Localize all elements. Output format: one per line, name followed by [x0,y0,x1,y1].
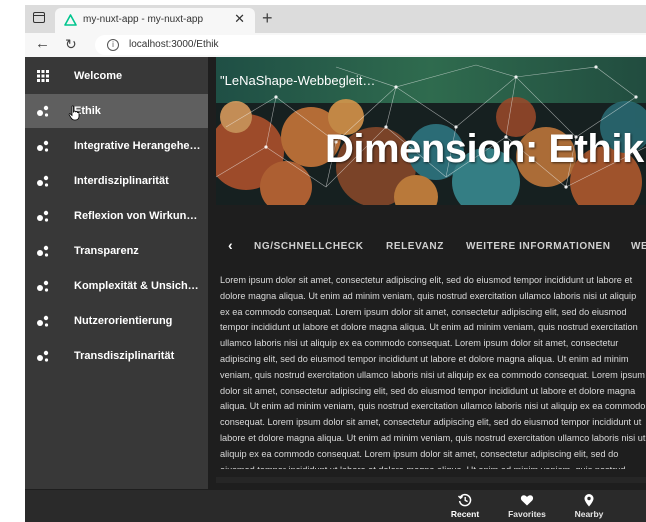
bottom-nav-nearby[interactable]: Nearby [559,493,619,519]
hero-banner: "LeNaShape-Webbegleit… Dimension: Ethik [216,57,646,205]
sidebar-item-komplexitaet[interactable]: Komplexität & Unsich… [25,269,208,303]
sidebar-item-label: Interdisziplinarität [74,175,169,187]
sidebar-item-label: Komplexität & Unsich… [74,280,199,292]
main-content: "LeNaShape-Webbegleit… Dimension: Ethik … [208,57,646,489]
molecule-icon [37,210,49,222]
close-icon[interactable]: ✕ [234,12,245,26]
tab-title: my-nuxt-app - my-nuxt-app [83,14,204,25]
sidebar-item-reflexion[interactable]: Reflexion von Wirkun… [25,199,208,233]
molecule-icon [37,140,49,152]
molecule-icon [37,105,49,117]
molecule-icon [37,175,49,187]
browser-window: my-nuxt-app - my-nuxt-app ✕ + ← ↻ i loca… [25,5,646,522]
reload-icon[interactable]: ↻ [65,36,77,52]
bottom-navigation: Recent Favorites Nearby [25,490,646,522]
tab-strip: my-nuxt-app - my-nuxt-app ✕ + [25,5,646,33]
sidebar-item-integrative-herangehensweise[interactable]: Integrative Herangehe… [25,129,208,163]
new-tab-button[interactable]: + [262,7,273,29]
bottom-nav-label: Nearby [574,509,604,519]
url-text[interactable]: localhost:3000/Ethik [129,39,219,50]
browser-tab[interactable]: my-nuxt-app - my-nuxt-app ✕ [55,8,255,33]
tab-schnellcheck[interactable]: NG/SCHNELLCHECK [254,241,364,252]
sidebar: Welcome Ethik Integrative Herangehe… Int… [25,57,208,489]
sidebar-item-label: Welcome [74,70,123,82]
molecule-icon [37,315,49,327]
bottom-nav-label: Recent [450,509,480,519]
heart-icon [520,495,534,506]
sidebar-item-label: Reflexion von Wirkun… [74,210,198,222]
address-bar[interactable]: i localhost:3000/Ethik [95,35,646,55]
sidebar-item-transdisziplinaritaet[interactable]: Transdisziplinarität [25,339,208,373]
grid-icon [37,70,49,82]
molecule-icon [37,245,49,257]
nuxt-logo-icon [64,14,77,26]
bottom-nav-favorites[interactable]: Favorites [497,493,557,519]
info-icon[interactable]: i [107,39,119,51]
bottom-nav-recent[interactable]: Recent [435,493,495,519]
page-title: Dimension: Ethik [325,127,644,171]
tab-relevanz[interactable]: RELEVANZ [386,241,444,252]
location-pin-icon [584,494,594,507]
molecule-icon [37,350,49,362]
sidebar-item-label: Nutzerorientierung [74,315,173,327]
sidebar-item-transparenz[interactable]: Transparenz [25,234,208,268]
sidebar-item-ethik[interactable]: Ethik [25,94,208,128]
content-paragraph: Lorem ipsum dolor sit amet, consectetur … [220,275,646,469]
sidebar-item-interdisziplinaritaet[interactable]: Interdisziplinarität [25,164,208,198]
bottom-nav-label: Favorites [508,509,546,519]
card-divider [216,477,646,483]
tab-next-partial[interactable]: WE [631,241,646,252]
sidebar-item-nutzerorientierung[interactable]: Nutzerorientierung [25,304,208,338]
navigation-bar: ← ↻ i localhost:3000/Ethik [25,33,646,57]
section-tabs: ‹ NG/SCHNELLCHECK RELEVANZ WEITERE INFOR… [216,235,646,259]
sidebar-item-label: Transdisziplinarität [74,350,175,362]
back-icon[interactable]: ← [35,36,50,52]
sidebar-item-label: Ethik [74,105,101,117]
tab-weitere-informationen[interactable]: WEITERE INFORMATIONEN [466,241,611,252]
sidebar-item-label: Integrative Herangehe… [74,140,201,152]
app-bar-title: "LeNaShape-Webbegleit… [220,73,376,88]
hand-cursor-icon [68,105,80,121]
sidebar-item-label: Transparenz [74,245,139,257]
history-icon [458,493,472,507]
app-root: Welcome Ethik Integrative Herangehe… Int… [25,57,646,522]
molecule-icon [37,280,49,292]
chevron-left-icon[interactable]: ‹ [228,237,233,253]
sidebar-item-welcome[interactable]: Welcome [25,59,208,93]
tab-actions-icon[interactable] [33,12,45,23]
